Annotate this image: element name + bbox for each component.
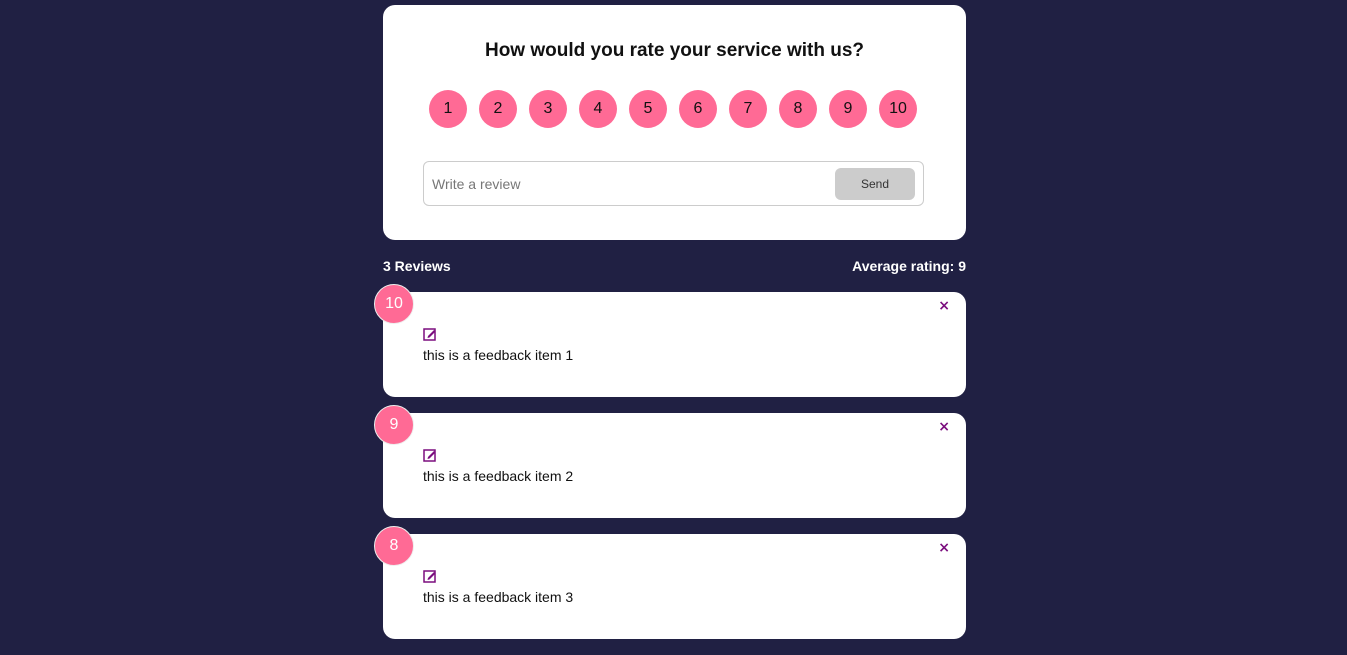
rating-card: How would you rate your service with us?… <box>383 5 966 240</box>
feedback-list: 10 × this is a feedback item 1 9 × this … <box>374 284 966 655</box>
edit-icon[interactable] <box>423 569 437 583</box>
rating-option-9[interactable]: 9 <box>829 90 867 128</box>
rating-option-1[interactable]: 1 <box>429 90 467 128</box>
rating-option-6[interactable]: 6 <box>679 90 717 128</box>
rating-option-10[interactable]: 10 <box>879 90 917 128</box>
close-icon[interactable]: × <box>938 540 950 556</box>
rating-option-5[interactable]: 5 <box>629 90 667 128</box>
review-count: 3 Reviews <box>383 258 451 274</box>
review-stats: 3 Reviews Average rating: 9 <box>383 258 966 274</box>
edit-icon[interactable] <box>423 327 437 341</box>
feedback-text: this is a feedback item 3 <box>423 589 574 605</box>
rating-option-8[interactable]: 8 <box>779 90 817 128</box>
rating-badge: 10 <box>374 284 414 324</box>
feedback-item: 9 × this is a feedback item 2 <box>374 405 966 518</box>
rating-option-2[interactable]: 2 <box>479 90 517 128</box>
feedback-item: 8 × this is a feedback item 3 <box>374 526 966 639</box>
close-icon[interactable]: × <box>938 298 950 314</box>
app-container: How would you rate your service with us?… <box>374 5 966 639</box>
rating-option-4[interactable]: 4 <box>579 90 617 128</box>
rating-option-7[interactable]: 7 <box>729 90 767 128</box>
feedback-text: this is a feedback item 1 <box>423 347 574 363</box>
send-button[interactable]: Send <box>835 167 915 200</box>
review-input[interactable] <box>424 175 835 192</box>
review-input-group: Send <box>423 161 924 206</box>
rating-option-3[interactable]: 3 <box>529 90 567 128</box>
edit-icon[interactable] <box>423 448 437 462</box>
average-rating: Average rating: 9 <box>852 258 966 274</box>
rating-options: 1 2 3 4 5 6 7 8 9 10 <box>429 90 917 128</box>
rating-badge: 9 <box>374 405 414 445</box>
rating-question-title: How would you rate your service with us? <box>484 40 865 61</box>
feedback-item: 10 × this is a feedback item 1 <box>374 284 966 397</box>
feedback-text: this is a feedback item 2 <box>423 468 574 484</box>
close-icon[interactable]: × <box>938 419 950 435</box>
rating-badge: 8 <box>374 526 414 566</box>
